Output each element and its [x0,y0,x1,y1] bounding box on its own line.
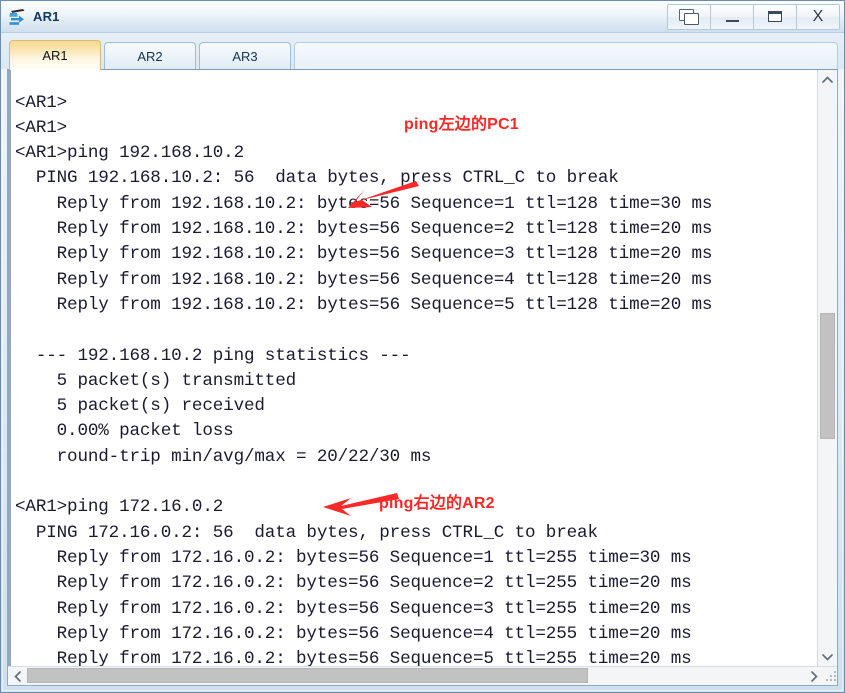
scroll-left-arrow-icon[interactable] [8,667,27,685]
tab-ar3[interactable]: AR3 [199,42,291,70]
tab-ar2-label: AR2 [137,49,163,64]
restore-windows-icon [679,8,699,25]
maximize-button[interactable] [753,3,797,30]
annotation-label-1: ping左边的PC1 [404,116,519,133]
vertical-scrollbar-thumb[interactable] [820,313,835,439]
window-title: AR1 [33,8,60,24]
scroll-down-arrow-icon[interactable] [818,647,837,666]
console-text: <AR1> <AR1> <AR1>ping 192.168.10.2 PING … [15,92,713,666]
close-button[interactable]: X [796,3,840,30]
console-row: <AR1> <AR1> <AR1>ping 192.168.10.2 PING … [8,70,837,666]
window-controls: X [667,2,840,31]
tab-ar2[interactable]: AR2 [104,42,196,70]
console-output[interactable]: <AR1> <AR1> <AR1>ping 192.168.10.2 PING … [8,70,817,666]
maximize-icon [768,11,782,22]
tab-ar3-label: AR3 [232,49,258,64]
scroll-up-arrow-icon[interactable] [818,70,837,89]
horizontal-scrollbar-thumb[interactable] [27,668,588,683]
horizontal-scrollbar[interactable] [8,666,837,685]
tab-ar1[interactable]: AR1 [9,40,101,70]
annotation-label-2: ping右边的AR2 [379,495,495,512]
minimize-icon [725,19,739,22]
title-bar[interactable]: AR1 X [1,1,844,33]
tab-bar: AR1 AR2 AR3 [1,33,844,70]
minimize-button[interactable] [710,3,754,30]
resize-grip[interactable] [823,667,837,685]
terminal-window: AR1 X AR1 AR2 AR3 <AR1> <AR1> <AR1>ping … [0,0,845,693]
tab-ar1-label: AR1 [42,48,68,63]
restore-button[interactable] [667,3,711,30]
scroll-right-arrow-icon[interactable] [804,667,823,685]
close-icon: X [812,7,824,25]
console-area: <AR1> <AR1> <AR1>ping 192.168.10.2 PING … [7,69,838,686]
tab-bar-filler [294,42,838,70]
router-icon [7,6,29,27]
horizontal-scrollbar-track[interactable] [27,667,804,685]
vertical-scrollbar[interactable] [817,70,837,666]
annotation-arrow-1 [348,181,419,208]
